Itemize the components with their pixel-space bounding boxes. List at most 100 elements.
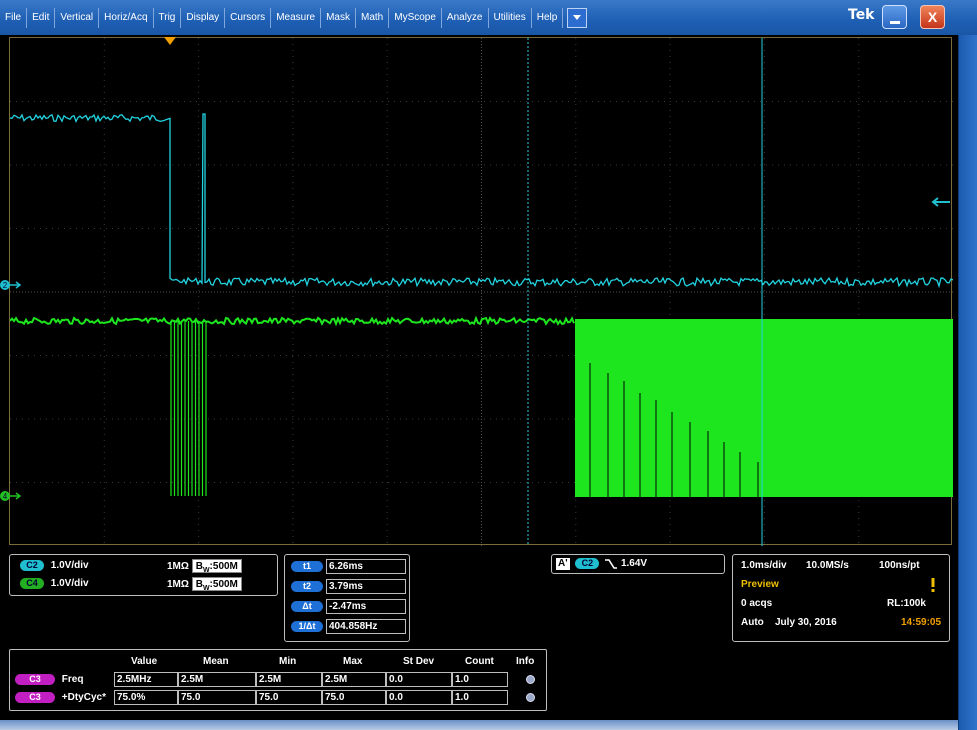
meas-freq-value: 2.5MHz [114, 672, 178, 687]
trigger-mode: A' [556, 558, 570, 571]
info-icon[interactable] [526, 675, 535, 684]
sample-rate: 10.0MS/s [806, 560, 849, 571]
acquisition-readout-box[interactable]: 1.0ms/div 10.0MS/s 100ns/pt Preview 0 ac… [732, 554, 950, 642]
meas-duty-value: 75.0% [114, 690, 178, 705]
menu-display[interactable]: Display [181, 7, 226, 28]
header-value: Value [131, 656, 158, 667]
meas-freq-count: 1.0 [452, 672, 508, 687]
ch2-bw-value: :500M [209, 561, 238, 572]
measurement-table[interactable]: Value Mean Min Max St Dev Count Info C3 … [9, 649, 547, 711]
ch2-scale: 1.0V/div [50, 560, 89, 571]
meas-freq-max: 2.5M [322, 672, 386, 687]
ch4-row[interactable]: C4 1.0V/div [20, 578, 89, 589]
header-stdev: St Dev [403, 656, 435, 667]
resolution: 100ns/pt [879, 560, 920, 571]
meas-duty-mean: 75.0 [178, 690, 256, 705]
info-icon[interactable] [526, 693, 535, 702]
trigger-readout-box[interactable]: A' C2 1.64V [551, 554, 725, 574]
header-count: Count [465, 656, 494, 667]
trigger-source: C2 [575, 558, 600, 570]
channel-settings-box[interactable]: C2 1.0V/div 1MΩ BW:500M C4 1.0V/div 1MΩ … [9, 554, 278, 596]
menu-utilities[interactable]: Utilities [489, 7, 532, 28]
cursor-delta-label: Δt [291, 601, 323, 612]
cursor-readout-box[interactable]: t1 6.26ms t2 3.79ms Δt -2.47ms 1/Δt 404.… [284, 554, 410, 642]
ch2-row[interactable]: C2 1.0V/div [20, 560, 89, 571]
ch4-bw-value: :500M [209, 579, 238, 590]
cursor-freq-value: 404.858Hz [326, 619, 406, 634]
cursor-t2-value: 3.79ms [326, 579, 406, 594]
header-info: Info [516, 656, 535, 667]
menu-horiz-acq[interactable]: Horiz/Acq [99, 7, 154, 28]
ch2-bw-prefix: B [195, 561, 203, 572]
ch4-marker-label: 4 [3, 492, 8, 501]
menu-vertical[interactable]: Vertical [55, 7, 100, 28]
menu-trig[interactable]: Trig [154, 7, 182, 28]
ch2-marker-label: 2 [3, 281, 8, 290]
cursor-t1-value: 6.26ms [326, 559, 406, 574]
tek-logo: Tek [848, 7, 875, 23]
ch4-bandwidth: BW:500M [191, 577, 242, 592]
menu-bar: File Edit Vertical Horiz/Acq Trig Displa… [0, 0, 977, 35]
header-mean: Mean [203, 656, 229, 667]
chevron-down-icon[interactable] [567, 7, 588, 28]
cursor-freq-label: 1/Δt [291, 621, 323, 632]
menu-analyze[interactable]: Analyze [442, 7, 489, 28]
acq-date: July 30, 2016 [775, 617, 837, 628]
cursor-t2-badge: t2 [291, 581, 323, 592]
waveform-display[interactable] [9, 37, 953, 546]
cursor-delta-value: -2.47ms [326, 599, 406, 614]
meas-duty-max: 75.0 [322, 690, 386, 705]
menu-myscope[interactable]: MyScope [389, 7, 442, 28]
meas-freq-min: 2.5M [256, 672, 322, 687]
ch4-ground-marker[interactable]: 4 [0, 487, 24, 505]
ch4-termination: 1MΩ BW:500M [167, 577, 242, 592]
trigger-level: 1.64V [620, 558, 648, 570]
record-length: RL:100k [887, 598, 926, 609]
ch4-bw-sub: W [202, 585, 210, 592]
acq-time: 14:59:05 [901, 617, 942, 628]
ch4-scale: 1.0V/div [50, 578, 89, 589]
falling-edge-icon [605, 559, 618, 569]
ch4-dense-signal [575, 319, 953, 497]
ch2-ground-marker[interactable]: 2 [0, 276, 24, 294]
meas-row-freq[interactable]: C3 Freq [15, 674, 83, 685]
meas-row-duty[interactable]: C3 +DtyCyc* [15, 692, 106, 703]
menu-mask[interactable]: Mask [321, 7, 356, 28]
acq-state: Preview [741, 579, 779, 590]
meas-duty-count: 1.0 [452, 690, 508, 705]
bottom-edge [0, 720, 958, 730]
meas-freq-mean: 2.5M [178, 672, 256, 687]
ch2-termination: 1MΩ BW:500M [167, 559, 242, 574]
meas-freq-stdev: 0.0 [386, 672, 452, 687]
menu-edit[interactable]: Edit [27, 7, 56, 28]
menu-help[interactable]: Help [532, 7, 564, 28]
minimize-button[interactable] [882, 5, 907, 29]
ch4-impedance: 1MΩ [167, 579, 189, 590]
chevron-down-icon-glyph [573, 14, 582, 20]
cursor-t1-badge: t1 [291, 561, 323, 572]
ch4-waveform [10, 315, 575, 327]
readout-panel: C2 1.0V/div 1MΩ BW:500M C4 1.0V/div 1MΩ … [0, 547, 958, 720]
cursor-freq-badge: 1/Δt [291, 621, 323, 632]
waveform-canvas [10, 38, 953, 546]
cursor-delta-badge: Δt [291, 601, 323, 612]
menu-measure[interactable]: Measure [271, 7, 322, 28]
trigger-level-arrow-icon[interactable] [930, 196, 954, 208]
close-button[interactable]: X [920, 5, 945, 29]
ch2-impedance: 1MΩ [167, 561, 189, 572]
meas-duty-min: 75.0 [256, 690, 322, 705]
timebase: 1.0ms/div [741, 560, 787, 571]
ch2-badge: C2 [20, 560, 44, 571]
meas-name: +DtyCyc* [61, 692, 106, 703]
menu-cursors[interactable]: Cursors [225, 7, 272, 28]
exclamation-icon [931, 578, 935, 592]
cursor-t1-label: t1 [291, 561, 323, 572]
header-min: Min [279, 656, 297, 667]
trigger-position-marker-icon[interactable] [163, 36, 177, 46]
cursor-t2-label: t2 [291, 581, 323, 592]
meas-duty-stdev: 0.0 [386, 690, 452, 705]
ch2-bw-sub: W [202, 567, 210, 574]
meas-source-badge: C3 [15, 692, 55, 703]
menu-file[interactable]: File [0, 7, 28, 28]
menu-math[interactable]: Math [356, 7, 390, 28]
